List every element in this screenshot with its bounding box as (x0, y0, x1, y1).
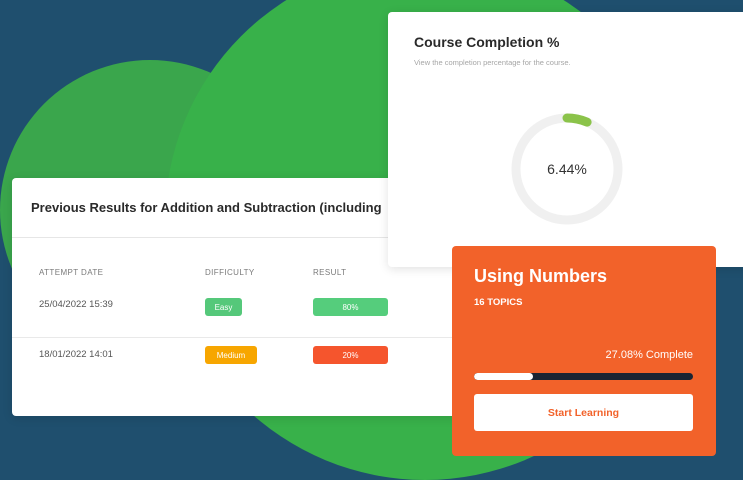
course-completion-text: 27.08% Complete (605, 349, 693, 361)
course-progress-fill (474, 373, 534, 380)
completion-subtitle: View the completion percentage for the c… (414, 58, 571, 67)
results-title: Previous Results for Addition and Subtra… (31, 200, 382, 215)
column-header-result: RESULT (313, 268, 347, 277)
difficulty-badge: Medium (205, 346, 257, 364)
course-title: Using Numbers (474, 266, 608, 286)
course-topic-count: 16 TOPICS (474, 297, 523, 308)
course-card[interactable]: Using Numbers 16 TOPICS 27.08% Complete … (452, 246, 716, 456)
column-header-attempt-date: ATTEMPT DATE (39, 268, 104, 277)
result-badge: 80% (313, 298, 388, 316)
start-learning-button[interactable]: Start Learning (474, 394, 693, 431)
attempt-date: 18/01/2022 14:01 (39, 349, 113, 360)
table-row: 18/01/2022 14:01 Medium 20% (12, 340, 482, 380)
row-divider (12, 337, 482, 338)
attempt-date: 25/04/2022 15:39 (39, 299, 113, 310)
completion-title: Course Completion % (414, 34, 560, 50)
column-header-difficulty: DIFFICULTY (205, 268, 255, 277)
course-progress-bar (474, 373, 693, 380)
difficulty-badge: Easy (205, 298, 242, 316)
course-completion-card: Course Completion % View the completion … (388, 12, 743, 267)
table-row: 25/04/2022 15:39 Easy 80% (12, 290, 482, 330)
result-badge: 20% (313, 346, 388, 364)
completion-percent-label: 6.44% (547, 161, 587, 177)
